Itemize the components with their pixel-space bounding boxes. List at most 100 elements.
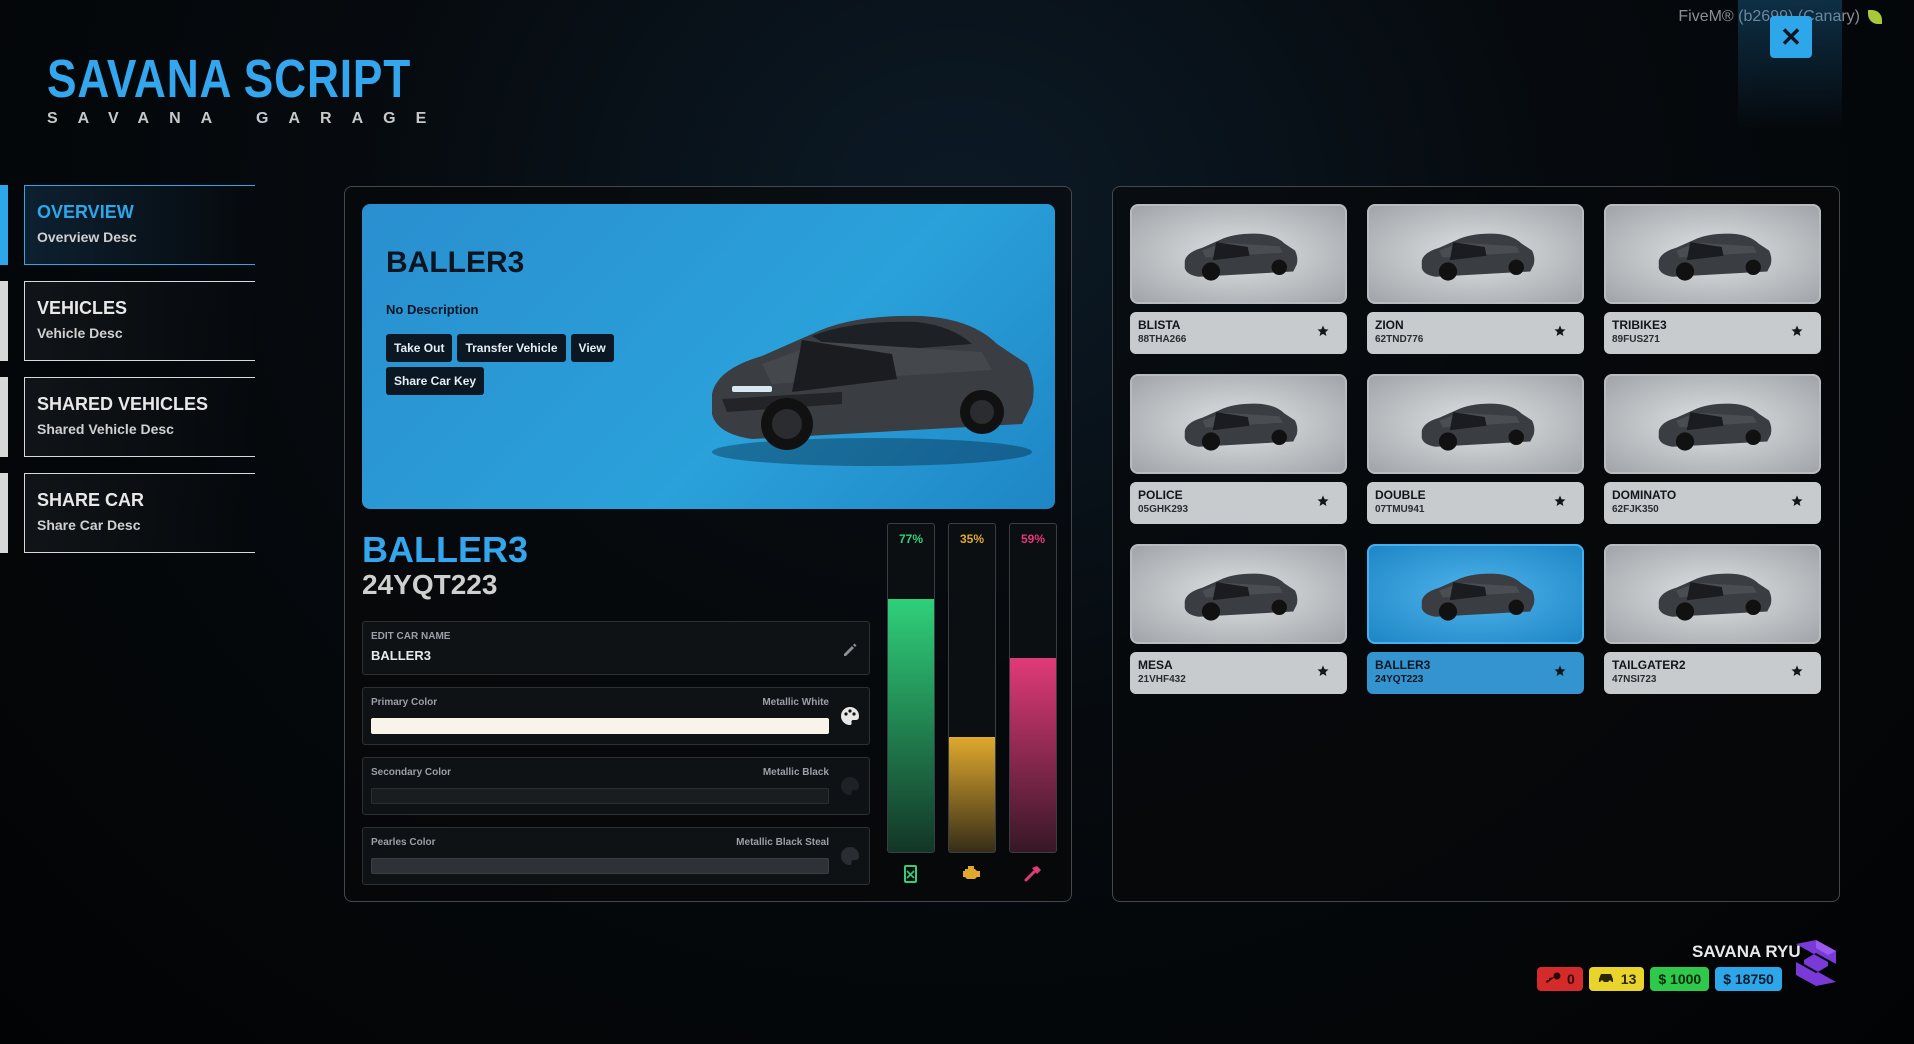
star-icon[interactable]: [1791, 495, 1803, 507]
car-thumbnail-icon: [1184, 573, 1297, 621]
vehicle-info[interactable]: POLICE 05GHK293: [1130, 482, 1347, 524]
star-icon[interactable]: [1791, 665, 1803, 677]
vehicle-thumbnail[interactable]: [1130, 544, 1347, 644]
vehicle-card[interactable]: TRIBIKE3 89FUS271: [1604, 204, 1821, 354]
car-name-input[interactable]: BALLER3: [371, 648, 431, 663]
hero-actions: Take Out Transfer Vehicle View Share Car…: [386, 334, 626, 395]
star-icon[interactable]: [1554, 665, 1566, 677]
close-button[interactable]: ✕: [1770, 16, 1812, 58]
nav-box[interactable]: VEHICLES Vehicle Desc: [24, 281, 255, 361]
vehicle-thumbnail[interactable]: [1604, 544, 1821, 644]
vehicle-card[interactable]: BLISTA 88THA266: [1130, 204, 1347, 354]
vehicle-card[interactable]: BALLER3 24YQT223: [1367, 544, 1584, 694]
vehicle-thumbnail[interactable]: [1367, 374, 1584, 474]
favorite-button[interactable]: [1791, 494, 1803, 512]
vehicle-thumbnail[interactable]: [1130, 204, 1347, 304]
star-icon[interactable]: [1317, 665, 1329, 677]
vehicle-thumbnail[interactable]: [1604, 374, 1821, 474]
favorite-button[interactable]: [1317, 494, 1329, 512]
vehicle-card[interactable]: ZION 62TND776: [1367, 204, 1584, 354]
favorite-button[interactable]: [1554, 494, 1566, 512]
car-thumbnail-icon: [1184, 233, 1297, 281]
key-icon: [1545, 971, 1561, 987]
vehicle-info[interactable]: ZION 62TND776: [1367, 312, 1584, 354]
vehicle-card[interactable]: TAILGATER2 47NSI723: [1604, 544, 1821, 694]
nav-box[interactable]: SHARED VEHICLES Shared Vehicle Desc: [24, 377, 255, 457]
vehicle-card[interactable]: DOUBLE 07TMU941: [1367, 374, 1584, 524]
sidebar-nav: OVERVIEW Overview Desc VEHICLES Vehicle …: [0, 185, 255, 569]
nav-item-overview[interactable]: OVERVIEW Overview Desc: [0, 185, 255, 265]
favorite-button[interactable]: [1554, 324, 1566, 342]
view-button[interactable]: View: [570, 334, 614, 362]
vehicle-info[interactable]: DOUBLE 07TMU941: [1367, 482, 1584, 524]
nav-indicator: [0, 281, 8, 361]
pencil-icon[interactable]: [839, 639, 861, 661]
nav-item-share-car[interactable]: SHARE CAR Share Car Desc: [0, 473, 255, 553]
vehicle-info[interactable]: BALLER3 24YQT223: [1367, 652, 1584, 694]
nav-indicator: [0, 185, 8, 265]
secondary-color-swatch[interactable]: [371, 788, 829, 804]
vehicle-card-plate: 62TND776: [1375, 334, 1424, 345]
color-name: Metallic Black Steal: [736, 837, 829, 848]
nav-box[interactable]: OVERVIEW Overview Desc: [24, 185, 255, 265]
vehicle-detail-panel: BALLER3 No Description Take Out Transfer…: [344, 186, 1072, 902]
vehicle-info[interactable]: TAILGATER2 47NSI723: [1604, 652, 1821, 694]
nav-box[interactable]: SHARE CAR Share Car Desc: [24, 473, 255, 553]
nav-desc: Vehicle Desc: [37, 325, 123, 341]
pearl-color-field[interactable]: Pearles Color Metallic Black Steal: [362, 827, 870, 885]
vehicle-card-name: ZION: [1375, 318, 1404, 332]
star-icon[interactable]: [1791, 325, 1803, 337]
primary-color-field[interactable]: Primary Color Metallic White: [362, 687, 870, 745]
vehicle-card[interactable]: POLICE 05GHK293: [1130, 374, 1347, 524]
nav-label: SHARED VEHICLES: [37, 394, 209, 414]
fuel-gauge-fill: [888, 599, 934, 852]
body-gauge-fill: [1010, 658, 1056, 852]
player-name: SAVANA RYU: [1692, 942, 1801, 961]
transfer-vehicle-button[interactable]: Transfer Vehicle: [457, 334, 566, 362]
nav-indicator: [0, 377, 8, 457]
vehicle-info[interactable]: BLISTA 88THA266: [1130, 312, 1347, 354]
vehicle-card-name: MESA: [1138, 658, 1173, 672]
nav-item-vehicles[interactable]: VEHICLES Vehicle Desc: [0, 281, 255, 361]
vehicle-card[interactable]: DOMINATO 62FJK350: [1604, 374, 1821, 524]
palette-icon[interactable]: [839, 845, 861, 867]
secondary-color-field[interactable]: Secondary Color Metallic Black: [362, 757, 870, 815]
share-car-key-button[interactable]: Share Car Key: [386, 367, 485, 395]
vehicle-thumbnail[interactable]: [1367, 204, 1584, 304]
car-image: [712, 315, 1034, 466]
vehicle-card-name: DOUBLE: [1375, 488, 1426, 502]
favorite-button[interactable]: [1791, 324, 1803, 342]
favorite-button[interactable]: [1791, 664, 1803, 682]
favorite-button[interactable]: [1554, 664, 1566, 682]
palette-icon[interactable]: [839, 705, 861, 727]
primary-color-swatch[interactable]: [371, 718, 829, 734]
hero-vehicle-name: BALLER3: [386, 246, 525, 279]
take-out-button[interactable]: Take Out: [386, 334, 453, 362]
favorite-button[interactable]: [1317, 324, 1329, 342]
nav-item-shared-vehicles[interactable]: SHARED VEHICLES Shared Vehicle Desc: [0, 377, 255, 457]
vehicle-card-plate: 62FJK350: [1612, 504, 1659, 515]
vehicle-info[interactable]: DOMINATO 62FJK350: [1604, 482, 1821, 524]
star-icon[interactable]: [1554, 495, 1566, 507]
vehicle-info[interactable]: TRIBIKE3 89FUS271: [1604, 312, 1821, 354]
car-thumbnail-icon: [1658, 233, 1771, 281]
star-icon[interactable]: [1554, 325, 1566, 337]
brand-subtitle: SAVANA GARAGE: [47, 110, 447, 127]
favorite-button[interactable]: [1317, 664, 1329, 682]
car-icon: [1597, 971, 1615, 987]
vehicle-card-plate: 05GHK293: [1138, 504, 1189, 515]
vehicle-thumbnail[interactable]: [1367, 544, 1584, 644]
star-icon[interactable]: [1317, 325, 1329, 337]
vehicle-card-plate: 24YQT223: [1375, 674, 1424, 685]
star-icon[interactable]: [1317, 495, 1329, 507]
vehicle-card[interactable]: MESA 21VHF432: [1130, 544, 1347, 694]
vehicle-thumbnail[interactable]: [1604, 204, 1821, 304]
engine-gauge-fill: [949, 737, 995, 852]
keys-badge: 0: [1537, 967, 1583, 991]
edit-car-name-field[interactable]: EDIT CAR NAME BALLER3: [362, 621, 870, 675]
pearl-color-swatch[interactable]: [371, 858, 829, 874]
vehicle-thumbnail[interactable]: [1130, 374, 1347, 474]
palette-icon[interactable]: [839, 775, 861, 797]
bank-badge: $ 18750: [1715, 967, 1782, 991]
vehicle-info[interactable]: MESA 21VHF432: [1130, 652, 1347, 694]
